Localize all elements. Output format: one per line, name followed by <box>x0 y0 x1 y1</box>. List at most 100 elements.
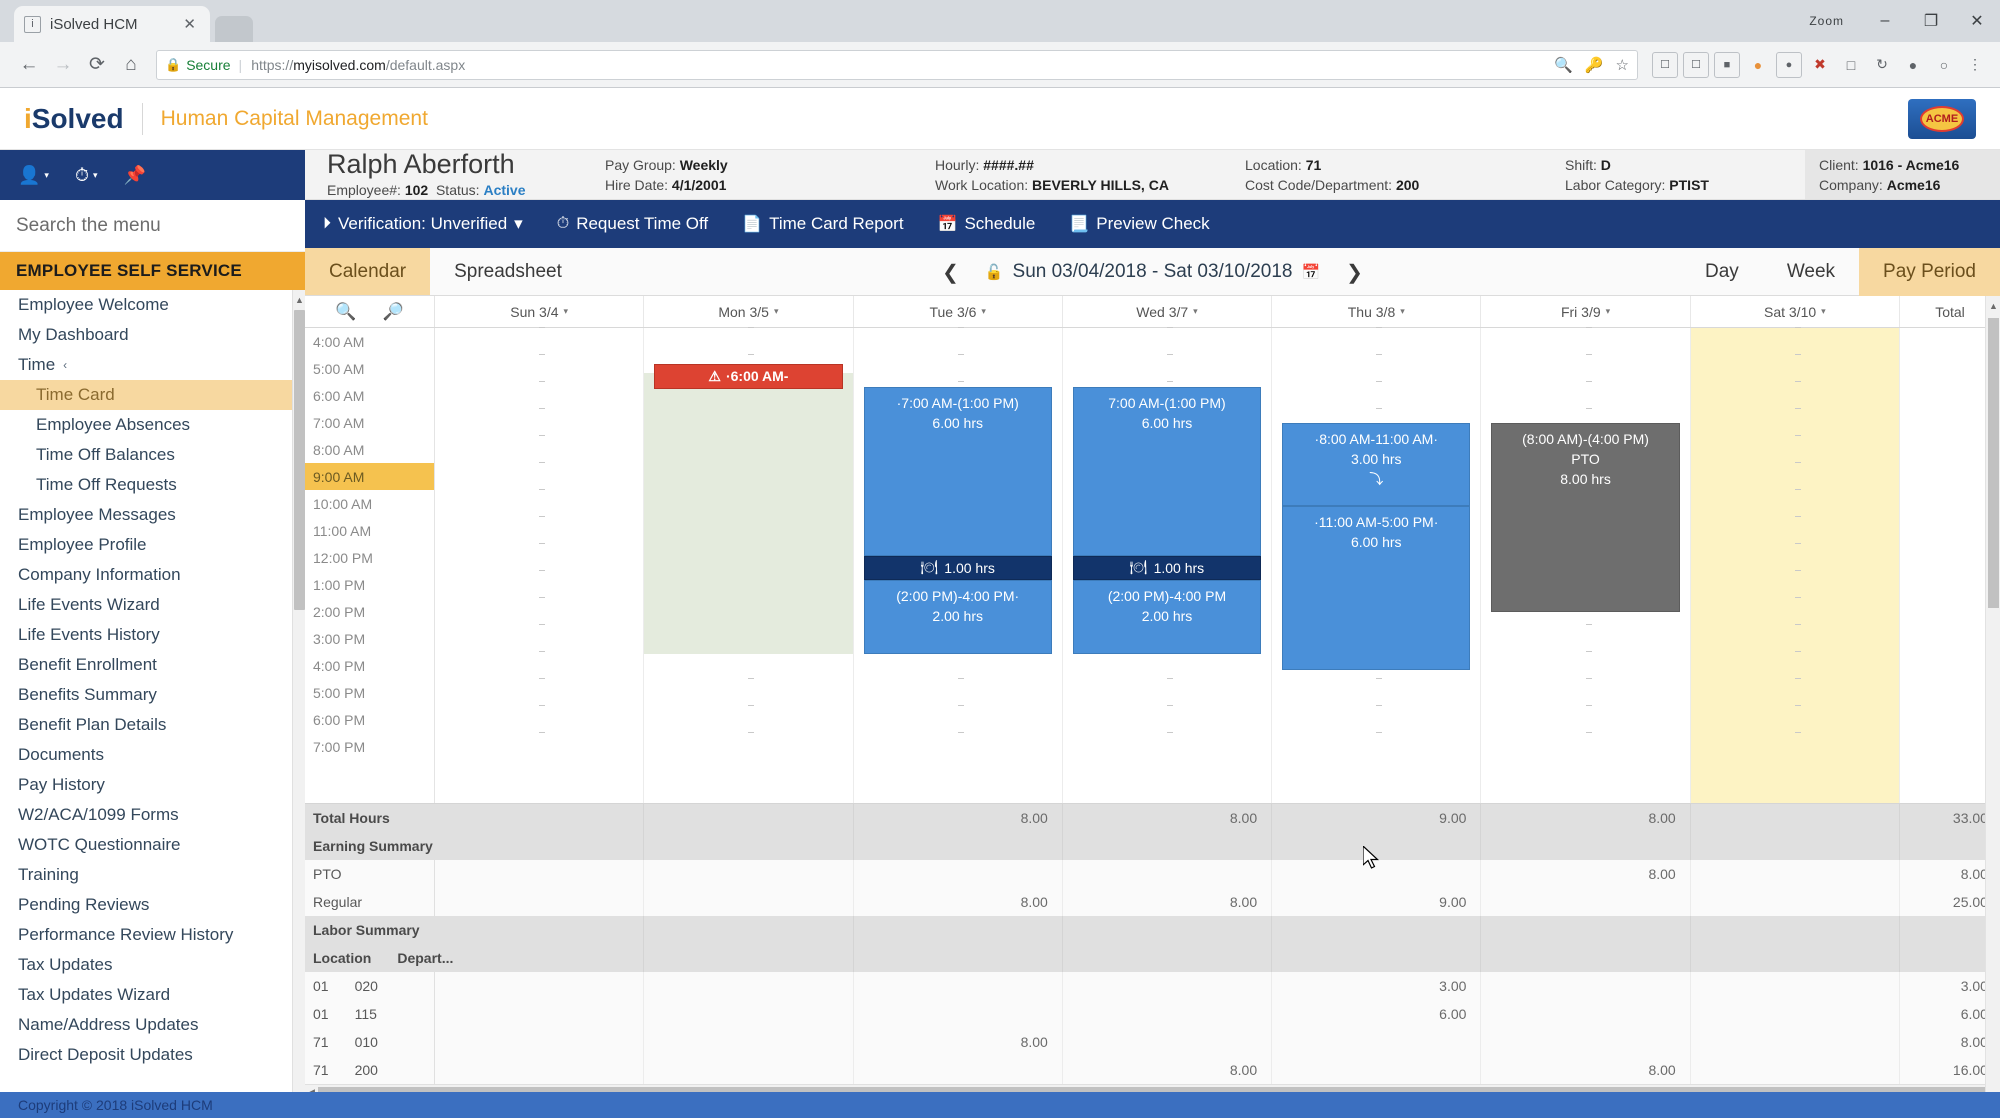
sidebar-item-direct-deposit-updates[interactable]: Direct Deposit Updates <box>0 1040 305 1070</box>
home-icon[interactable]: ⌂ <box>114 48 148 82</box>
exception-event-monday[interactable]: ⚠ ·6:00 AM- <box>654 363 843 389</box>
shield-icon[interactable]: ● <box>1745 52 1771 78</box>
day-header-tue[interactable]: Tue 3/6 ▾ <box>854 296 1063 327</box>
punch-event-tue-morning[interactable]: ·7:00 AM-(1:00 PM) 6.00 hrs <box>863 386 1052 556</box>
meal-event-wed[interactable]: 🍽 1.00 hrs <box>1072 555 1262 580</box>
extension-1-icon[interactable]: ☐ <box>1652 51 1678 78</box>
sidebar-item-documents[interactable]: Documents <box>0 740 305 770</box>
calendar-icon[interactable]: 📅 <box>1301 263 1320 281</box>
sync-icon[interactable]: ↻ <box>1869 52 1895 78</box>
clock-icon[interactable]: ○ <box>1931 52 1957 78</box>
day-column-wed[interactable]: 7:00 AM-(1:00 PM) 6.00 hrs 🍽 1.00 hrs (2:00 … <box>1062 327 1273 803</box>
window-close-icon[interactable]: ✕ <box>1954 0 2000 42</box>
sidebar-item-benefit-enrollment[interactable]: Benefit Enrollment <box>0 650 305 680</box>
clock-icon[interactable]: ⏱ ▾ <box>75 165 98 186</box>
day-column-sun[interactable] <box>435 327 645 803</box>
minimize-icon[interactable]: – <box>1862 0 1908 42</box>
sidebar-item-pending-reviews[interactable]: Pending Reviews <box>0 890 305 920</box>
sidebar-item-employee-messages[interactable]: Employee Messages <box>0 500 305 530</box>
forward-icon[interactable]: → <box>46 48 80 82</box>
address-bar[interactable]: 🔒 Secure | https:// myisolved.com /defau… <box>156 49 1638 80</box>
day-header-sat[interactable]: Sat 3/10 ▾ <box>1691 296 1900 327</box>
sidebar-item-training[interactable]: Training <box>0 860 305 890</box>
sidebar-item-w2-aca-1099-forms[interactable]: W2/ACA/1099 Forms <box>0 800 305 830</box>
preview-check-button[interactable]: 📃 Preview Check <box>1069 214 1209 234</box>
sidebar-item-pay-history[interactable]: Pay History <box>0 770 305 800</box>
punch-event-wed-afternoon[interactable]: (2:00 PM)-4:00 PM 2.00 hrs <box>1072 579 1262 655</box>
period-tab-week[interactable]: Week <box>1763 248 1859 296</box>
request-time-off-button[interactable]: ⏱ Request Time Off <box>557 214 708 234</box>
day-column-sat[interactable] <box>1690 327 1900 803</box>
chevron-down-icon[interactable]: ▾ <box>981 306 986 317</box>
zoom-out-icon[interactable]: 🔎 <box>383 302 404 322</box>
schedule-button[interactable]: 📅 Schedule <box>938 214 1036 234</box>
day-header-wed[interactable]: Wed 3/7 ▾ <box>1063 296 1273 327</box>
sidebar-item-employee-profile[interactable]: Employee Profile <box>0 530 305 560</box>
sidebar-item-life-events-wizard[interactable]: Life Events Wizard <box>0 590 305 620</box>
extension-5-icon[interactable]: ● <box>1776 51 1802 78</box>
star-icon[interactable]: ☆ <box>1616 56 1629 74</box>
translate-icon[interactable]: ✖ <box>1807 52 1833 78</box>
pin-icon[interactable]: 📌 <box>124 165 146 186</box>
scroll-up-icon[interactable]: ▲ <box>1988 298 1999 314</box>
meal-event-tue[interactable]: 🍽 1.00 hrs <box>863 555 1052 580</box>
punch-event-thu-morning[interactable]: ·8:00 AM-11:00 AM· 3.00 hrs ⤵ <box>1282 423 1471 506</box>
pto-event-friday[interactable]: (8:00 AM)-(4:00 PM) PTO 8.00 hrs <box>1491 423 1680 613</box>
day-column-tue[interactable]: ·7:00 AM-(1:00 PM) 6.00 hrs 🍽 1.00 hrs (2:00… <box>853 327 1063 803</box>
sidebar-item-name-address-updates[interactable]: Name/Address Updates <box>0 1010 305 1040</box>
sidebar-item-company-information[interactable]: Company Information <box>0 560 305 590</box>
sidebar-item-my-dashboard[interactable]: My Dashboard <box>0 320 305 350</box>
extension-7-icon[interactable]: □ <box>1838 52 1864 78</box>
day-header-fri[interactable]: Fri 3/9 ▾ <box>1481 296 1691 327</box>
punch-event-wed-morning[interactable]: 7:00 AM-(1:00 PM) 6.00 hrs <box>1072 386 1262 556</box>
reload-icon[interactable]: ⟳ <box>80 48 114 82</box>
day-column-thu[interactable]: ·8:00 AM-11:00 AM· 3.00 hrs ⤵ ·11:00 AM-5:0… <box>1272 327 1482 803</box>
menu-search-input[interactable]: Search the menu <box>0 200 305 252</box>
maximize-icon[interactable]: ❐ <box>1908 0 1954 42</box>
day-header-mon[interactable]: Mon 3/5 ▾ <box>644 296 854 327</box>
close-icon[interactable]: ✕ <box>179 15 200 33</box>
time-card-report-button[interactable]: 📄 Time Card Report <box>742 214 903 234</box>
sidebar-scrollbar-thumb[interactable] <box>294 310 305 610</box>
extension-3-icon[interactable]: ■ <box>1714 51 1740 78</box>
next-period-button[interactable]: ❯ <box>1336 260 1373 285</box>
sidebar-scrollbar[interactable]: ▲ <box>292 290 305 1118</box>
vertical-scrollbar[interactable]: ▲ ▼ <box>1985 296 2000 1106</box>
sidebar-item-time-card[interactable]: Time Card <box>0 380 305 410</box>
sidebar-item-employee-welcome[interactable]: Employee Welcome <box>0 290 305 320</box>
chevron-down-icon[interactable]: ▾ <box>1821 306 1826 317</box>
chevron-down-icon[interactable]: ▾ <box>1606 306 1611 317</box>
key-icon[interactable]: 🔑 <box>1585 56 1604 74</box>
extension-2-icon[interactable]: ☐ <box>1683 51 1709 78</box>
zoom-icon[interactable]: 🔍 <box>1554 56 1573 74</box>
day-column-fri[interactable]: (8:00 AM)-(4:00 PM) PTO 8.00 hrs <box>1481 327 1691 803</box>
browser-menu-icon[interactable]: ⋮ <box>1962 52 1988 78</box>
vertical-scrollbar-thumb[interactable] <box>1988 318 1999 608</box>
browser-tab[interactable]: i iSolved HCM ✕ <box>14 6 210 42</box>
chevron-down-icon[interactable]: ▾ <box>1400 306 1405 317</box>
sidebar-item-performance-review-history[interactable]: Performance Review History <box>0 920 305 950</box>
chevron-down-icon[interactable]: ▾ <box>774 306 779 317</box>
back-icon[interactable]: ← <box>12 48 46 82</box>
sidebar-item-employee-absences[interactable]: Employee Absences <box>0 410 305 440</box>
sidebar-item-benefits-summary[interactable]: Benefits Summary <box>0 680 305 710</box>
scroll-up-icon[interactable]: ▲ <box>294 292 305 308</box>
tab-calendar[interactable]: Calendar <box>305 248 431 295</box>
tab-spreadsheet[interactable]: Spreadsheet <box>430 248 586 295</box>
sidebar-item-time-off-requests[interactable]: Time Off Requests <box>0 470 305 500</box>
day-header-sun[interactable]: Sun 3/4 ▾ <box>435 296 645 327</box>
sidebar-item-tax-updates[interactable]: Tax Updates <box>0 950 305 980</box>
punch-event-tue-afternoon[interactable]: (2:00 PM)-4:00 PM· 2.00 hrs <box>863 579 1052 655</box>
chevron-down-icon[interactable]: ▾ <box>564 306 569 317</box>
sidebar-item-benefit-plan-details[interactable]: Benefit Plan Details <box>0 710 305 740</box>
day-column-mon[interactable]: ⚠ ·6:00 AM- <box>644 327 854 803</box>
verification-button[interactable]: ⏵ Verification: Unverified ▾ <box>323 214 523 234</box>
date-range-display[interactable]: 🔓 Sun 03/04/2018 - Sat 03/10/2018 📅 <box>985 261 1320 283</box>
prev-period-button[interactable]: ❮ <box>932 260 969 285</box>
user-icon[interactable]: 👤 ▾ <box>18 165 49 186</box>
sidebar-item-time-off-balances[interactable]: Time Off Balances <box>0 440 305 470</box>
sidebar-item-life-events-history[interactable]: Life Events History <box>0 620 305 650</box>
period-tab-day[interactable]: Day <box>1681 248 1763 296</box>
zoom-in-icon[interactable]: 🔍 <box>335 302 356 322</box>
sidebar-item-time[interactable]: Time ‹ <box>0 350 305 380</box>
